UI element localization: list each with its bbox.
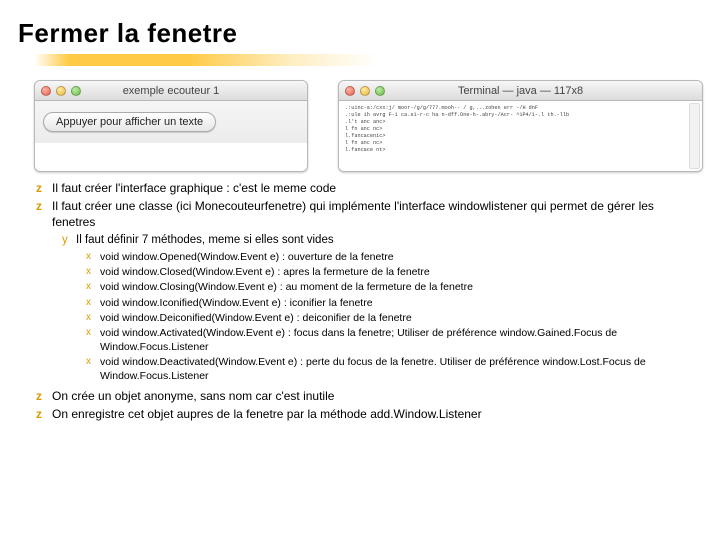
terminal-line: l fn anc nc> [345,126,696,133]
bullet-lvl3: x void window.Iconified(Window.Event e) … [86,296,700,310]
bullet-text: On crée un objet anonyme, sans nom car c… [52,388,334,404]
terminal-line: .:ule ih avrg F-1 ca.s1-r-c ha n-dff.Dne… [345,112,696,119]
bullet-x-icon: x [86,296,100,310]
bullet-x-icon: x [86,326,100,354]
close-icon[interactable] [345,86,355,96]
bullet-lvl1: z On crée un objet anonyme, sans nom car… [36,388,700,404]
bullet-text: Il faut créer l'interface graphique : c'… [52,180,336,196]
window-title: Terminal — java — 117x8 [339,85,702,97]
slide-content: z Il faut créer l'interface graphique : … [36,180,700,424]
terminal-body: .:uinc-a:/cxx:j/ moor-/g/g/777.mooh-- / … [339,101,702,171]
bullet-x-icon: x [86,355,100,383]
slide-title-wrap: Fermer la fenetre [18,18,237,49]
bullet-text: void window.Closing(Window.Event e) : au… [100,280,473,294]
window-titlebar: Terminal — java — 117x8 [339,81,702,101]
zoom-icon[interactable] [375,86,385,96]
bullet-lvl1: z Il faut créer l'interface graphique : … [36,180,700,196]
bullet-text: void window.Opened(Window.Event e) : ouv… [100,250,394,264]
bullet-text: void window.Iconified(Window.Event e) : … [100,296,373,310]
scrollbar[interactable] [689,103,700,169]
bullet-z-icon: z [36,388,52,404]
bullet-lvl2: y Il faut définir 7 méthodes, meme si el… [62,233,700,249]
bullet-lvl1: z Il faut créer une classe (ici Monecout… [36,198,700,230]
bullet-lvl3: x void window.Closed(Window.Event e) : a… [86,265,700,279]
window-titlebar: exemple ecouteur 1 [35,81,307,101]
traffic-lights [345,86,385,96]
bullet-lvl3: x void window.Deiconified(Window.Event e… [86,311,700,325]
terminal-line: l.fancacenic> [345,133,696,140]
show-text-button[interactable]: Appuyer pour afficher un texte [43,112,216,132]
title-underline [34,54,379,66]
bullet-x-icon: x [86,311,100,325]
bullet-lvl3: x void window.Opened(Window.Event e) : o… [86,250,700,264]
terminal-line: .:uinc-a:/cxx:j/ moor-/g/g/777.mooh-- / … [345,105,696,112]
bullet-x-icon: x [86,280,100,294]
terminal-line: l fn anc nc> [345,140,696,147]
terminal-window: Terminal — java — 117x8 .:uinc-a:/cxx:j/… [338,80,703,172]
bullet-lvl1: z On enregistre cet objet aupres de la f… [36,406,700,422]
bullet-lvl3: x void window.Deactivated(Window.Event e… [86,355,700,383]
bullet-z-icon: z [36,180,52,196]
bullet-z-icon: z [36,198,52,230]
terminal-line: .l't anc anc> [345,119,696,126]
bullet-lvl3: x void window.Closing(Window.Event e) : … [86,280,700,294]
terminal-line: l.fancace nt> [345,147,696,154]
minimize-icon[interactable] [360,86,370,96]
bullet-text: void window.Deactivated(Window.Event e) … [100,355,700,383]
bullet-x-icon: x [86,250,100,264]
screenshot-row: exemple ecouteur 1 Appuyer pour afficher… [34,80,703,172]
window-body: Appuyer pour afficher un texte [35,101,307,143]
bullet-text: void window.Deiconified(Window.Event e) … [100,311,412,325]
bullet-text: On enregistre cet objet aupres de la fen… [52,406,482,422]
minimize-icon[interactable] [56,86,66,96]
bullet-z-icon: z [36,406,52,422]
bullet-text: void window.Activated(Window.Event e) : … [100,326,700,354]
bullet-x-icon: x [86,265,100,279]
bullet-y-icon: y [62,233,76,249]
traffic-lights [41,86,81,96]
slide-title: Fermer la fenetre [18,18,237,49]
zoom-icon[interactable] [71,86,81,96]
bullet-text: Il faut créer une classe (ici Monecouteu… [52,198,700,230]
bullet-lvl3: x void window.Activated(Window.Event e) … [86,326,700,354]
bullet-text: void window.Closed(Window.Event e) : apr… [100,265,430,279]
bullet-text: Il faut définir 7 méthodes, meme si elle… [76,233,334,249]
close-icon[interactable] [41,86,51,96]
example-window-left: exemple ecouteur 1 Appuyer pour afficher… [34,80,308,172]
